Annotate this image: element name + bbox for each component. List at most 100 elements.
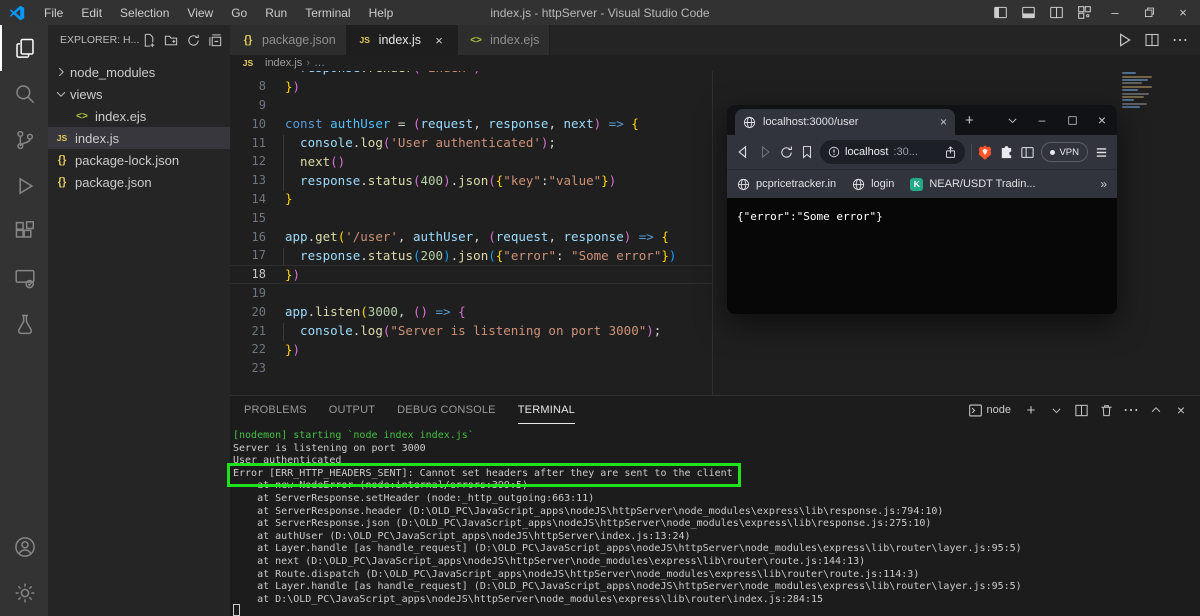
- split-editor-layout-icon[interactable]: [1042, 0, 1070, 25]
- json-file-icon: {}: [54, 154, 70, 166]
- tab-close-icon[interactable]: ×: [940, 115, 947, 129]
- activity-extensions[interactable]: [0, 209, 48, 255]
- browser-menu-icon[interactable]: [1094, 145, 1109, 160]
- bookmark-pcpricetracker-in[interactable]: pcpricetracker.in: [737, 178, 836, 191]
- activity-source-control[interactable]: [0, 117, 48, 163]
- editor-tab-bar: {}package.jsonJSindex.js×<>index.ejs ⋯: [230, 25, 1200, 55]
- file-item-index-js[interactable]: JSindex.js: [48, 127, 230, 149]
- toggle-panel-icon[interactable]: [1014, 0, 1042, 25]
- browser-maximize-icon[interactable]: [1057, 106, 1087, 134]
- menu-run[interactable]: Run: [256, 0, 296, 25]
- new-tab-icon[interactable]: +: [965, 112, 974, 129]
- browser-close-icon[interactable]: ×: [1087, 106, 1117, 134]
- restore-button[interactable]: [1132, 0, 1166, 25]
- vpn-button[interactable]: VPN: [1041, 142, 1088, 162]
- close-panel-icon[interactable]: ×: [1170, 399, 1192, 421]
- terminal-line-13: at Layer.handle [as handle_request] (D:\…: [233, 581, 1022, 594]
- file-item-package-lock-json[interactable]: {} package-lock.json: [48, 149, 230, 171]
- kill-terminal-icon[interactable]: [1095, 399, 1117, 421]
- editor-more-icon[interactable]: ⋯: [1168, 28, 1192, 52]
- activity-run-debug[interactable]: [0, 163, 48, 209]
- activity-bar: [0, 25, 48, 616]
- file-item-node-modules[interactable]: node_modules: [48, 61, 230, 83]
- bookmarks-overflow-icon[interactable]: »: [1100, 177, 1107, 191]
- refresh-icon[interactable]: [183, 30, 203, 50]
- activity-explorer[interactable]: [0, 25, 48, 71]
- maximize-panel-icon[interactable]: [1145, 399, 1167, 421]
- shell-label: node: [987, 404, 1011, 416]
- site-info-icon[interactable]: [828, 146, 840, 158]
- breadcrumb-symbol: …: [314, 57, 325, 69]
- code-text: app.get('/user', authUser, (request, res…: [266, 229, 669, 244]
- toolbar-divider: [971, 144, 972, 160]
- bookmark-icon[interactable]: [800, 145, 814, 159]
- forward-icon[interactable]: [757, 144, 773, 160]
- extensions-icon: [14, 221, 36, 243]
- extensions-puzzle-icon[interactable]: [999, 145, 1014, 160]
- address-bar[interactable]: localhost :30...: [820, 140, 965, 164]
- new-file-icon[interactable]: [139, 30, 159, 50]
- file-item-package-json[interactable]: {}package.json: [48, 171, 230, 193]
- close-button[interactable]: ×: [1166, 0, 1200, 25]
- reload-icon[interactable]: [779, 145, 794, 160]
- menu-view[interactable]: View: [178, 0, 222, 25]
- tab-index-js[interactable]: JSindex.js×: [347, 25, 458, 55]
- tab-search-icon[interactable]: [997, 106, 1027, 134]
- split-editor-icon[interactable]: [1140, 28, 1164, 52]
- file-label: package-lock.json: [75, 153, 179, 168]
- share-icon[interactable]: [944, 146, 957, 159]
- menu-help[interactable]: Help: [360, 0, 403, 25]
- panel-tab-debug-console[interactable]: DEBUG CONSOLE: [397, 396, 496, 424]
- menu-bar: FileEditSelectionViewGoRunTerminalHelp: [35, 0, 402, 25]
- panel-more-icon[interactable]: ⋯: [1120, 399, 1142, 421]
- browser-page-content: {"error":"Some error"}: [727, 198, 1117, 314]
- activity-search[interactable]: [0, 71, 48, 117]
- customize-layout-icon[interactable]: [1070, 0, 1098, 25]
- run-file-icon[interactable]: [1112, 28, 1136, 52]
- minimize-button[interactable]: –: [1098, 0, 1132, 25]
- activity-testing[interactable]: [0, 301, 48, 347]
- sidebar-toggle-icon[interactable]: [1020, 145, 1035, 160]
- activity-account[interactable]: [0, 524, 48, 570]
- bookmarks-bar: pcpricetracker.in login KNEAR/USDT Tradin.…: [727, 169, 1117, 198]
- tab-close-icon[interactable]: ×: [431, 33, 447, 48]
- activity-remote-explorer[interactable]: [0, 255, 48, 301]
- address-port: :30...: [893, 146, 917, 158]
- tab-package-json[interactable]: {}package.json: [230, 25, 347, 55]
- collapse-all-icon[interactable]: [205, 30, 225, 50]
- terminal-dropdown-icon[interactable]: [1045, 399, 1067, 421]
- line-number: 11: [230, 136, 266, 150]
- toggle-sidebar-icon[interactable]: [986, 0, 1014, 25]
- brave-shield-icon[interactable]: [977, 144, 993, 161]
- activity-settings[interactable]: [0, 570, 48, 616]
- breadcrumb-separator: ›: [306, 57, 310, 69]
- menu-selection[interactable]: Selection: [111, 0, 178, 25]
- panel-tab-terminal[interactable]: TERMINAL: [518, 396, 575, 424]
- bookmark-label: pcpricetracker.in: [756, 178, 836, 190]
- bottom-panel: PROBLEMS OUTPUT DEBUG CONSOLE TERMINAL node…: [230, 395, 1200, 616]
- menu-go[interactable]: Go: [222, 0, 256, 25]
- back-icon[interactable]: [735, 144, 751, 160]
- browser-minimize-icon[interactable]: –: [1027, 106, 1057, 134]
- file-item-index-ejs[interactable]: <>index.ejs: [48, 105, 230, 127]
- browser-tab[interactable]: localhost:3000/user ×: [735, 109, 955, 135]
- bookmark-near-usdt-tradin-[interactable]: KNEAR/USDT Tradin...: [910, 178, 1035, 191]
- menu-edit[interactable]: Edit: [72, 0, 111, 25]
- indent-guide: [283, 248, 284, 266]
- panel-tab-problems[interactable]: PROBLEMS: [244, 396, 307, 424]
- terminal-instance-badge[interactable]: node: [968, 403, 1011, 418]
- code-text: }: [266, 191, 293, 206]
- remote-explorer-icon: [14, 267, 36, 289]
- tab-index-ejs[interactable]: <>index.ejs: [458, 25, 550, 55]
- new-terminal-icon[interactable]: +: [1020, 399, 1042, 421]
- menu-file[interactable]: File: [35, 0, 72, 25]
- file-item-views[interactable]: views: [48, 83, 230, 105]
- new-folder-icon[interactable]: [161, 30, 181, 50]
- breadcrumb[interactable]: JS index.js › …: [230, 55, 1200, 71]
- browser-toolbar: localhost :30... VPN: [727, 135, 1117, 169]
- panel-tab-output[interactable]: OUTPUT: [329, 396, 375, 424]
- menu-terminal[interactable]: Terminal: [296, 0, 359, 25]
- split-terminal-icon[interactable]: [1070, 399, 1092, 421]
- terminal-output[interactable]: [nodemon] starting `node index index.js`…: [233, 430, 1022, 606]
- bookmark-login[interactable]: login: [852, 178, 894, 191]
